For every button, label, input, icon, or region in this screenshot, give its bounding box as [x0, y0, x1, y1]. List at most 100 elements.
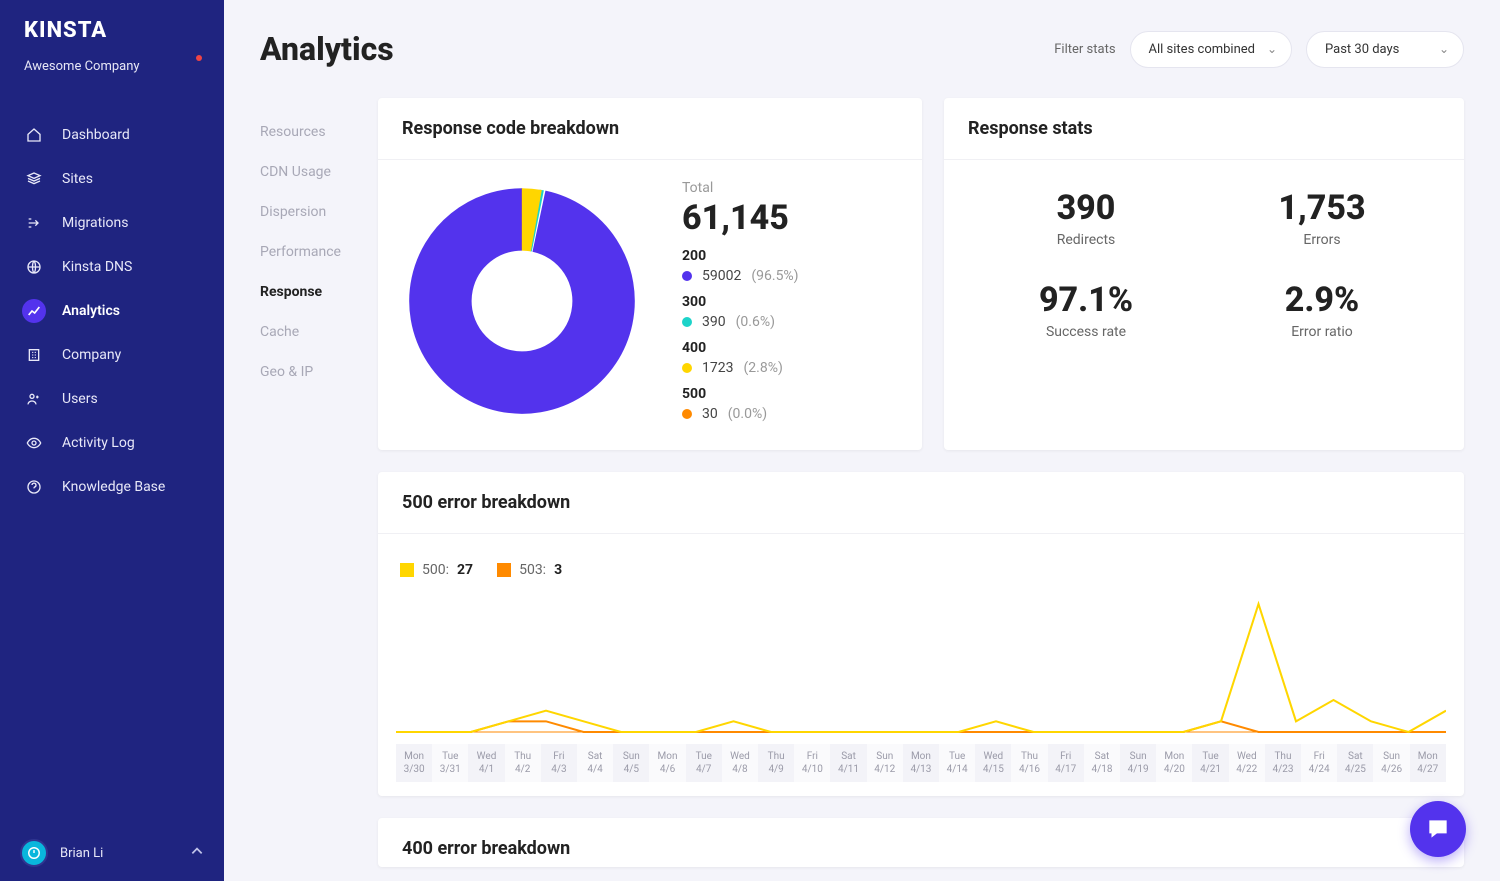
x-tick: Fri4/17	[1048, 744, 1084, 782]
nav-label: Sites	[62, 171, 93, 187]
home-icon	[22, 123, 46, 147]
x-tick: Sun4/19	[1120, 744, 1156, 782]
x-tick: Thu4/9	[758, 744, 794, 782]
code-percent: (0.6%)	[736, 314, 775, 330]
subnav-item-performance[interactable]: Performance	[260, 232, 348, 272]
stat-cell: 1,753 Errors	[1204, 188, 1440, 248]
code-value: 30	[702, 406, 718, 422]
stat-value: 390	[968, 188, 1204, 228]
code-percent: (0.0%)	[728, 406, 767, 422]
subnav-item-dispersion[interactable]: Dispersion	[260, 192, 348, 232]
stat-value: 1,753	[1204, 188, 1440, 228]
help-icon	[22, 475, 46, 499]
code-value: 390	[702, 314, 726, 330]
date-filter-dropdown[interactable]: Past 30 days ⌄	[1306, 31, 1464, 68]
color-dot	[682, 363, 692, 373]
x-tick: Wed4/8	[722, 744, 758, 782]
stat-label: Errors	[1204, 232, 1440, 248]
nav-item-company[interactable]: Company	[0, 333, 224, 377]
chat-button[interactable]	[1410, 801, 1466, 857]
site-filter-dropdown[interactable]: All sites combined ⌄	[1130, 31, 1292, 68]
card-title: 400 error breakdown	[378, 818, 1464, 867]
legend-label: 503:	[519, 562, 546, 578]
nav-item-analytics[interactable]: Analytics	[0, 289, 224, 333]
stack-icon	[22, 167, 46, 191]
stat-value: 97.1%	[968, 280, 1204, 320]
code-value: 59002	[702, 268, 741, 284]
card-title: Response code breakdown	[378, 98, 922, 160]
stat-cell: 390 Redirects	[968, 188, 1204, 248]
chart-x-axis: Mon3/30Tue3/31Wed4/1Thu4/2Fri4/3Sat4/4Su…	[396, 744, 1446, 782]
x-tick: Mon4/27	[1410, 744, 1446, 782]
subnav-item-cdn-usage[interactable]: CDN Usage	[260, 152, 348, 192]
nav-label: Migrations	[62, 215, 129, 231]
nav-item-knowledge-base[interactable]: Knowledge Base	[0, 465, 224, 509]
response-code-row: 400 1723 (2.8%)	[682, 340, 898, 376]
nav-item-dashboard[interactable]: Dashboard	[0, 113, 224, 157]
building-icon	[22, 343, 46, 367]
nav-label: Analytics	[62, 303, 120, 319]
nav-label: Company	[62, 347, 121, 363]
subnav-item-geo-ip[interactable]: Geo & IP	[260, 352, 348, 392]
user-name: Brian Li	[60, 846, 103, 861]
x-tick: Sat4/18	[1084, 744, 1120, 782]
company-selector[interactable]: Awesome Company	[24, 57, 200, 75]
legend-label: 500:	[422, 562, 449, 578]
x-tick: Tue4/14	[939, 744, 975, 782]
x-tick: Tue4/21	[1192, 744, 1228, 782]
nav-item-sites[interactable]: Sites	[0, 157, 224, 201]
x-tick: Mon4/13	[903, 744, 939, 782]
nav-item-migrations[interactable]: Migrations	[0, 201, 224, 245]
line-chart	[396, 598, 1446, 738]
x-tick: Tue4/7	[686, 744, 722, 782]
chevron-up-icon[interactable]	[190, 844, 204, 862]
subnav-item-cache[interactable]: Cache	[260, 312, 348, 352]
main-content: Analytics Filter stats All sites combine…	[224, 0, 1500, 881]
stat-cell: 97.1% Success rate	[968, 280, 1204, 340]
analytics-subnav: ResourcesCDN UsageDispersionPerformanceR…	[260, 98, 348, 867]
nav-item-kinsta-dns[interactable]: Kinsta DNS	[0, 245, 224, 289]
legend-swatch	[400, 563, 414, 577]
avatar	[20, 839, 48, 867]
response-code-row: 300 390 (0.6%)	[682, 294, 898, 330]
logo: KINSTA	[24, 18, 200, 43]
x-tick: Fri4/3	[541, 744, 577, 782]
x-tick: Sun4/5	[613, 744, 649, 782]
total-label: Total	[682, 180, 898, 196]
x-tick: Wed4/22	[1229, 744, 1265, 782]
nav-label: Activity Log	[62, 435, 135, 451]
card-title: Response stats	[944, 98, 1464, 160]
nav-item-users[interactable]: Users	[0, 377, 224, 421]
x-tick: Fri4/10	[794, 744, 830, 782]
stat-cell: 2.9% Error ratio	[1204, 280, 1440, 340]
error-500-breakdown-card: 500 error breakdown 500: 27 503: 3 Mon3/…	[378, 472, 1464, 796]
donut-chart	[402, 181, 642, 421]
subnav-item-response[interactable]: Response	[260, 272, 348, 312]
x-tick: Sat4/4	[577, 744, 613, 782]
x-tick: Fri4/24	[1301, 744, 1337, 782]
stat-label: Redirects	[968, 232, 1204, 248]
nav-item-activity-log[interactable]: Activity Log	[0, 421, 224, 465]
color-dot	[682, 317, 692, 327]
eye-icon	[22, 431, 46, 455]
response-stats-card: Response stats 390 Redirects1,753 Errors…	[944, 98, 1464, 450]
code-percent: (2.8%)	[743, 360, 782, 376]
x-tick: Wed4/15	[975, 744, 1011, 782]
code-label: 500	[682, 386, 898, 402]
code-label: 200	[682, 248, 898, 264]
user-menu[interactable]: Brian Li	[20, 839, 103, 867]
stat-value: 2.9%	[1204, 280, 1440, 320]
x-tick: Wed4/1	[468, 744, 504, 782]
error-400-breakdown-card: 400 error breakdown	[378, 818, 1464, 867]
legend-value: 3	[554, 562, 562, 578]
x-tick: Sat4/11	[830, 744, 866, 782]
x-tick: Thu4/16	[1011, 744, 1047, 782]
primary-nav: Dashboard Sites Migrations Kinsta DNS Analyt…	[0, 113, 224, 825]
subnav-item-resources[interactable]: Resources	[260, 112, 348, 152]
migrate-icon	[22, 211, 46, 235]
chevron-down-icon: ⌄	[1439, 42, 1449, 56]
code-label: 300	[682, 294, 898, 310]
color-dot	[682, 271, 692, 281]
response-code-row: 200 59002 (96.5%)	[682, 248, 898, 284]
x-tick: Sat4/25	[1337, 744, 1373, 782]
